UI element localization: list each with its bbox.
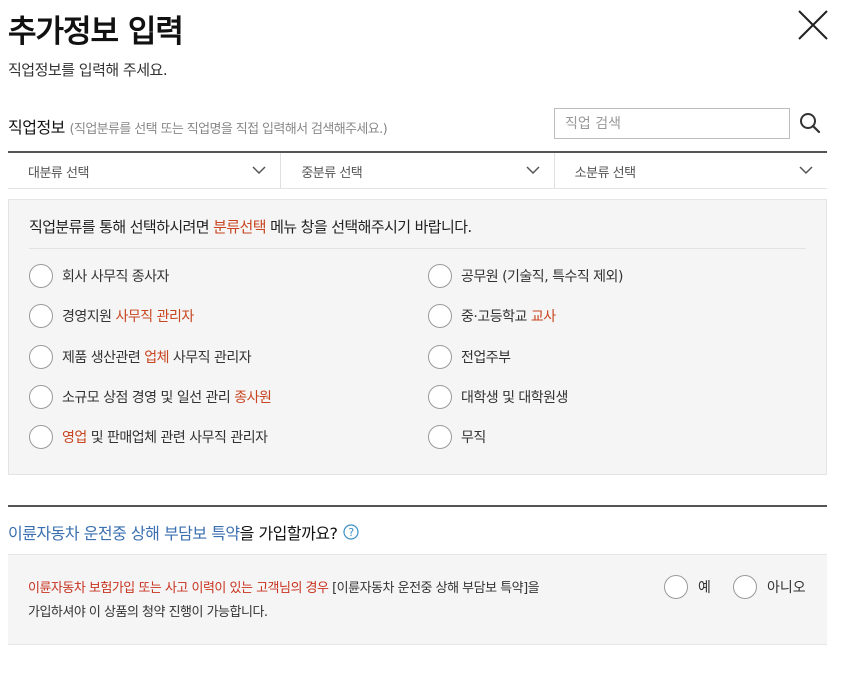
- job-option-sales[interactable]: 영업 및 판매업체 관련 사무직 관리자: [29, 425, 268, 449]
- yes-label: 예: [698, 580, 711, 596]
- page-title: 추가정보 입력: [8, 14, 184, 50]
- notice-red-text: 이륜자동차 보험가입 또는 사고 이력이 있는 고객님의 경우: [28, 581, 329, 596]
- chevron-down-icon: [526, 166, 540, 175]
- info-text-highlight: 분류선택: [213, 218, 266, 236]
- radio-button[interactable]: [428, 264, 452, 288]
- job-option-student[interactable]: 대학생 및 대학원생: [428, 385, 568, 409]
- chevron-down-icon: [252, 166, 266, 175]
- job-option-management-support[interactable]: 경영지원 사무직 관리자: [29, 304, 194, 328]
- svg-text:?: ?: [348, 526, 354, 539]
- notice-text-rest: [이륜자동차 운전중 상해 부담보 특약]을: [328, 581, 540, 596]
- rider-name: 이륜자동차 운전중 상해 부담보 특약: [8, 524, 240, 543]
- job-info-title: 직업정보: [8, 118, 65, 137]
- info-text-post: 메뉴 창을 선택해주시기 바랍니다.: [265, 218, 472, 236]
- no-label: 아니오: [767, 580, 806, 596]
- job-box-info: 직업분류를 통해 선택하시려면 분류선택 메뉴 창을 선택해주시기 바랍니다.: [29, 216, 472, 237]
- radio-button[interactable]: [29, 264, 53, 288]
- job-option-production-office[interactable]: 제품 생산관련 업체 사무직 관리자: [29, 345, 252, 369]
- option-label: 전업주부: [461, 350, 511, 366]
- option-label: 경영지원 사무직 관리자: [62, 309, 194, 325]
- job-search-input[interactable]: [554, 108, 790, 139]
- rider-yes-option[interactable]: 예: [664, 575, 711, 599]
- close-icon[interactable]: [796, 8, 830, 42]
- notice-text-line2: 가입하셔야 이 상품의 청약 진행이 가능합니다.: [28, 605, 268, 620]
- rider-notice-box: 이륜자동차 보험가입 또는 사고 이력이 있는 고객님의 경우 [이륜자동차 운…: [8, 554, 827, 645]
- option-label: 제품 생산관련 업체 사무직 관리자: [62, 350, 252, 366]
- radio-button[interactable]: [664, 575, 688, 599]
- section-divider: [8, 505, 827, 507]
- option-label: 영업 및 판매업체 관련 사무직 관리자: [62, 430, 268, 446]
- middle-category-label: 중분류 선택: [301, 165, 363, 181]
- job-option-homemaker[interactable]: 전업주부: [428, 345, 511, 369]
- job-option-teacher[interactable]: 중·고등학교 교사: [428, 304, 556, 328]
- job-option-civil-servant[interactable]: 공무원 (기술직, 특수직 제외): [428, 264, 623, 288]
- major-category-select[interactable]: 대분류 선택: [8, 153, 280, 189]
- middle-category-select[interactable]: 중분류 선택: [280, 153, 553, 189]
- radio-button[interactable]: [428, 345, 452, 369]
- radio-button[interactable]: [428, 385, 452, 409]
- rider-notice-text: 이륜자동차 보험가입 또는 사고 이력이 있는 고객님의 경우 [이륜자동차 운…: [28, 577, 628, 625]
- divider: [29, 248, 806, 249]
- job-quick-select-box: 직업분류를 통해 선택하시려면 분류선택 메뉴 창을 선택해주시기 바랍니다. …: [8, 199, 827, 475]
- rider-no-option[interactable]: 아니오: [733, 575, 806, 599]
- job-option-office-worker[interactable]: 회사 사무직 종사자: [29, 264, 169, 288]
- radio-button[interactable]: [733, 575, 757, 599]
- job-info-hint: (직업분류를 선택 또는 직업명을 직접 입력해서 검색해주세요.): [69, 122, 388, 137]
- radio-button[interactable]: [29, 425, 53, 449]
- minor-category-select[interactable]: 소분류 선택: [553, 153, 827, 189]
- option-label: 무직: [461, 430, 486, 446]
- option-label: 대학생 및 대학원생: [461, 390, 568, 406]
- job-category-selects: 대분류 선택 중분류 선택 소분류 선택: [8, 151, 827, 189]
- rider-question-text: 을 가입할까요?: [239, 524, 338, 543]
- chevron-down-icon: [799, 166, 813, 175]
- option-label: 소규모 상점 경영 및 일선 관리 종사원: [62, 390, 272, 406]
- option-label: 중·고등학교 교사: [461, 309, 556, 325]
- radio-button[interactable]: [29, 304, 53, 328]
- option-label: 회사 사무직 종사자: [62, 269, 169, 285]
- job-option-small-store[interactable]: 소규모 상점 경영 및 일선 관리 종사원: [29, 385, 272, 409]
- rider-question: 이륜자동차 운전중 상해 부담보 특약 을 가입할까요? ?: [8, 520, 359, 544]
- option-label: 공무원 (기술직, 특수직 제외): [461, 269, 623, 285]
- job-info-label: 직업정보 (직업분류를 선택 또는 직업명을 직접 입력해서 검색해주세요.): [8, 114, 388, 138]
- radio-button[interactable]: [29, 385, 53, 409]
- help-icon[interactable]: ?: [342, 524, 359, 540]
- radio-button[interactable]: [29, 345, 53, 369]
- major-category-label: 대분류 선택: [28, 165, 89, 181]
- radio-button[interactable]: [428, 425, 452, 449]
- minor-category-label: 소분류 선택: [574, 165, 636, 181]
- info-text-pre: 직업분류를 통해 선택하시려면: [29, 218, 214, 236]
- search-icon[interactable]: [798, 111, 822, 135]
- page-subtitle: 직업정보를 입력해 주세요.: [8, 61, 168, 79]
- radio-button[interactable]: [428, 304, 452, 328]
- job-option-unemployed[interactable]: 무직: [428, 425, 486, 449]
